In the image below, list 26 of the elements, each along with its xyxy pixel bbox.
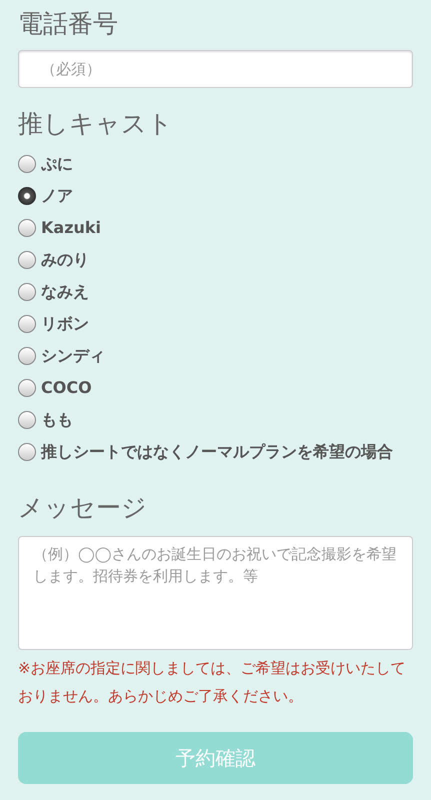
notice-text: ※お座席の指定に関しましては、ご希望はお受けいたしておりません。あらかじめご了承ください。 xyxy=(18,658,407,707)
radio-button[interactable] xyxy=(18,379,36,397)
option-label[interactable]: COCO xyxy=(41,376,92,400)
input-field[interactable]: （例）◯◯さんのお誕生日のお祝いで記念撮影を希望します。招待券を利用します。等 xyxy=(18,536,413,650)
option-label[interactable]: シンディ xyxy=(41,344,105,368)
option-label[interactable]: ノア xyxy=(41,184,73,208)
option-label[interactable]: Kazuki xyxy=(41,216,102,240)
option-label[interactable]: もも xyxy=(41,408,73,432)
radio-button[interactable] xyxy=(18,283,36,301)
option-label[interactable]: 推しシートではなくノーマルプランを希望の場合 xyxy=(41,440,393,464)
option-label[interactable]: リボン xyxy=(41,312,89,336)
radio-button[interactable] xyxy=(18,347,36,365)
radio-button[interactable] xyxy=(18,251,36,269)
radio-button[interactable] xyxy=(18,443,36,461)
radio-button[interactable] xyxy=(18,315,36,333)
radio-button[interactable] xyxy=(18,411,36,429)
radio-button[interactable] xyxy=(18,187,36,205)
field-label: 推しキャスト xyxy=(18,108,174,140)
option-label[interactable]: ぷに xyxy=(41,152,73,176)
radio-button[interactable] xyxy=(18,219,36,237)
input-field[interactable]: （必須） xyxy=(18,50,413,88)
option-label[interactable]: なみえ xyxy=(41,280,89,304)
option-label[interactable]: みのり xyxy=(41,248,89,272)
field-label: 電話番号 xyxy=(18,8,119,40)
field-label: メッセージ xyxy=(18,492,148,524)
radio-button[interactable] xyxy=(18,155,36,173)
